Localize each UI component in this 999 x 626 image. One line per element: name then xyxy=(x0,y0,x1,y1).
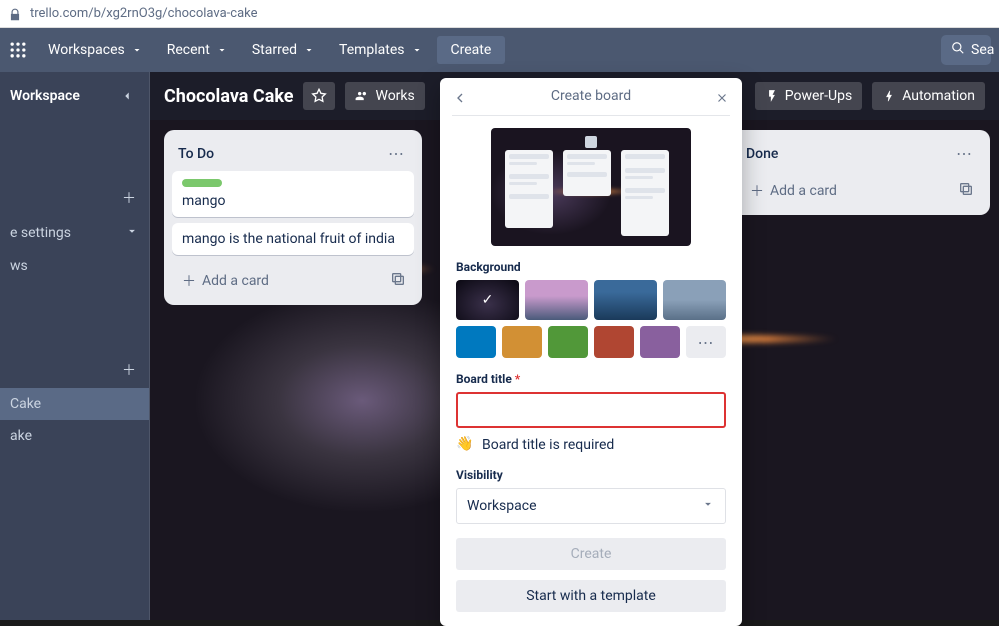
card-template-icon[interactable] xyxy=(954,177,978,205)
visibility-value: Workspace xyxy=(467,498,537,514)
list-title[interactable]: To Do xyxy=(178,146,214,162)
sidebar: Workspace ＋ e settings ws ＋ Cake ake xyxy=(0,72,150,620)
nav-recent[interactable]: Recent xyxy=(157,36,238,64)
sidebar-item-cake[interactable]: Cake xyxy=(0,388,149,420)
sidebar-item-ake[interactable]: ake xyxy=(0,420,149,452)
add-card-button[interactable]: ＋ Add a card xyxy=(744,177,954,205)
plus-icon: ＋ xyxy=(750,181,764,201)
search-input[interactable]: Sea xyxy=(941,35,991,65)
sidebar-item-label: e settings xyxy=(10,225,71,241)
visibility-select[interactable]: Workspace xyxy=(456,488,726,524)
search-placeholder: Sea xyxy=(971,42,994,58)
nav-label: Starred xyxy=(252,42,297,58)
create-board-popover: Create board Background ⋯ Boar xyxy=(440,78,742,626)
workspace-visible-button[interactable]: Works xyxy=(345,82,424,110)
background-label: Background xyxy=(456,260,726,274)
board-title[interactable]: Chocolava Cake xyxy=(164,86,293,107)
nav-label: Recent xyxy=(167,42,210,58)
start-with-template-button[interactable]: Start with a template xyxy=(456,580,726,612)
sidebar-item-unknown[interactable]: ＋ xyxy=(0,180,149,216)
chevron-down-icon xyxy=(303,44,315,56)
sidebar-item-add[interactable]: ＋ xyxy=(0,352,149,388)
sidebar-item-settings[interactable]: e settings xyxy=(0,216,149,250)
card[interactable]: mango xyxy=(172,171,414,217)
board-title-label: Board title * xyxy=(456,372,726,386)
top-nav: Workspaces Recent Starred Templates Crea… xyxy=(0,28,999,72)
sidebar-workspace-header: Workspace xyxy=(0,72,149,120)
list-menu-button[interactable]: ⋯ xyxy=(952,142,976,165)
plus-icon: ＋ xyxy=(182,271,196,291)
button-label: Power-Ups xyxy=(785,88,852,104)
board-title-input[interactable] xyxy=(456,392,726,428)
nav-label: Workspaces xyxy=(48,42,125,58)
button-label: Automation xyxy=(902,88,975,104)
nav-workspaces[interactable]: Workspaces xyxy=(38,36,153,64)
url-text[interactable]: trello.com/b/xg2rnO3g/chocolava-cake xyxy=(30,6,258,21)
wave-hand-icon: 👋 xyxy=(456,436,474,454)
nav-templates[interactable]: Templates xyxy=(329,36,433,64)
add-card-label: Add a card xyxy=(770,183,837,199)
chevron-down-icon xyxy=(701,497,715,515)
background-option-2[interactable] xyxy=(525,280,588,320)
background-color-blue[interactable] xyxy=(456,326,496,358)
button-label: Start with a template xyxy=(526,588,656,604)
background-option-1[interactable] xyxy=(456,280,519,320)
chevron-down-icon xyxy=(125,224,139,242)
board-preview xyxy=(491,128,691,246)
trello-logo-icon xyxy=(585,136,597,148)
button-label: Works xyxy=(375,88,414,104)
popover-title: Create board xyxy=(551,88,631,104)
background-color-red[interactable] xyxy=(594,326,634,358)
popover-back-button[interactable] xyxy=(450,88,470,108)
search-icon xyxy=(951,41,965,59)
title-required-hint: 👋 Board title is required xyxy=(456,436,726,454)
nav-starred[interactable]: Starred xyxy=(242,36,325,64)
sidebar-item-ws[interactable]: ws xyxy=(0,250,149,282)
popover-close-button[interactable] xyxy=(712,88,732,108)
nav-label: Templates xyxy=(339,42,405,58)
background-option-4[interactable] xyxy=(663,280,726,320)
background-more-button[interactable]: ⋯ xyxy=(686,326,726,358)
hint-text: Board title is required xyxy=(482,437,614,453)
workspace-label: Workspace xyxy=(10,88,80,104)
list-title[interactable]: Done xyxy=(746,146,778,162)
list-todo: To Do ⋯ mango mango is the national frui… xyxy=(164,130,422,305)
app-menu-icon[interactable] xyxy=(8,40,28,60)
background-color-orange[interactable] xyxy=(502,326,542,358)
plus-icon[interactable]: ＋ xyxy=(119,188,139,208)
powerups-button[interactable]: Power-Ups xyxy=(755,82,862,110)
card-text: mango is the national fruit of india xyxy=(182,231,395,247)
list-menu-button[interactable]: ⋯ xyxy=(384,142,408,165)
sidebar-item-label: Cake xyxy=(10,396,41,412)
add-card-label: Add a card xyxy=(202,273,269,289)
chevron-down-icon xyxy=(131,44,143,56)
chevron-down-icon xyxy=(411,44,423,56)
star-button[interactable] xyxy=(303,82,335,110)
create-board-submit[interactable]: Create xyxy=(456,538,726,570)
lock-icon xyxy=(8,7,22,21)
add-card-button[interactable]: ＋ Add a card xyxy=(176,267,386,295)
nav-create-button[interactable]: Create xyxy=(437,36,506,64)
background-color-purple[interactable] xyxy=(640,326,680,358)
card-text: mango xyxy=(182,193,225,209)
browser-url-bar: trello.com/b/xg2rnO3g/chocolava-cake xyxy=(0,0,999,28)
sidebar-item-label: ake xyxy=(10,428,32,444)
plus-icon[interactable]: ＋ xyxy=(119,360,139,380)
background-option-3[interactable] xyxy=(594,280,657,320)
visibility-label: Visibility xyxy=(456,468,726,482)
card[interactable]: mango is the national fruit of india xyxy=(172,223,414,255)
card-template-icon[interactable] xyxy=(386,267,410,295)
card-label-green xyxy=(182,179,222,187)
list-done: Done ⋯ ＋ Add a card xyxy=(732,130,990,215)
background-color-green[interactable] xyxy=(548,326,588,358)
automation-button[interactable]: Automation xyxy=(872,82,985,110)
sidebar-collapse-button[interactable] xyxy=(115,84,139,108)
chevron-down-icon xyxy=(216,44,228,56)
sidebar-item-label: ws xyxy=(10,258,28,274)
